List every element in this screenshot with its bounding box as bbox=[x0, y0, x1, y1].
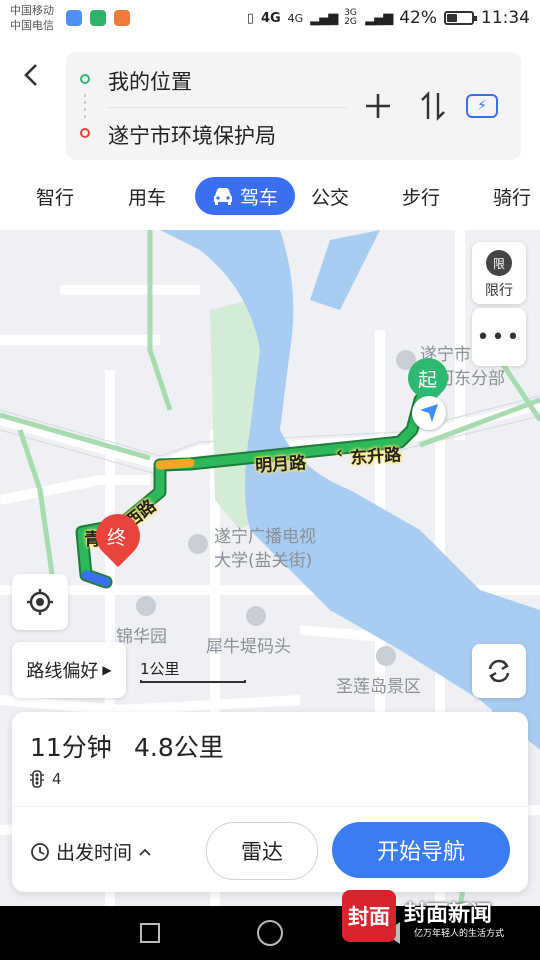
traffic-light-icon bbox=[30, 770, 44, 788]
traffic-light-value: 4 bbox=[52, 770, 62, 788]
origin-dot-icon bbox=[80, 74, 90, 84]
tab-drive[interactable]: 驾车 bbox=[195, 177, 295, 215]
clock-icon bbox=[31, 842, 49, 861]
residence-icon bbox=[136, 596, 156, 616]
signal-icon-2: ▂▄▆ bbox=[365, 10, 393, 26]
route-distance: 4.8公里 bbox=[134, 733, 224, 762]
poi-label-shenglian: 圣莲岛景区 bbox=[336, 677, 421, 697]
plus-icon bbox=[366, 94, 390, 118]
route-divider bbox=[108, 107, 346, 108]
carrier-secondary: 中国电信 bbox=[10, 19, 54, 32]
recent-apps-icon[interactable] bbox=[140, 923, 160, 943]
route-traffic-icon: ⚡ bbox=[477, 98, 487, 114]
battery-percent: 42% bbox=[399, 8, 437, 28]
network-type-2: 4G bbox=[287, 11, 304, 25]
end-pin-label: 终 bbox=[107, 527, 127, 549]
vibrate-icon: ▯ bbox=[246, 10, 254, 26]
tab-walk[interactable]: 步行 bbox=[402, 183, 440, 210]
scale-bar bbox=[140, 680, 246, 683]
scenic-icon bbox=[376, 646, 396, 666]
watermark-slogan: 亿万年轻人的生活方式 bbox=[414, 929, 505, 939]
route-connector bbox=[84, 94, 86, 122]
card-divider bbox=[12, 806, 528, 807]
restriction-label: 限行 bbox=[485, 283, 513, 299]
tab-drive-label: 驾车 bbox=[239, 186, 278, 209]
battery-icon bbox=[444, 11, 477, 25]
status-bar: 中国移动 中国电信 ▯ 4G 4G ▂▄▆ 3G 2G ▂▄▆ 42% 11:3… bbox=[0, 0, 540, 38]
watermark-brand: 封面新闻 bbox=[404, 902, 493, 927]
locate-icon bbox=[27, 589, 53, 615]
more-button[interactable]: ••• bbox=[472, 308, 526, 366]
signal-icon: ▂▄▆ bbox=[310, 10, 338, 26]
map-lake bbox=[310, 230, 380, 310]
poi-label-university-1: 遂宁广播电视 bbox=[214, 527, 316, 547]
road-direction-icon: ‹ bbox=[335, 442, 344, 464]
notification-icons bbox=[66, 10, 130, 26]
status-right: ▯ 4G 4G ▂▄▆ 3G 2G ▂▄▆ 42% 11:34 bbox=[247, 8, 530, 28]
voicemail-icon bbox=[90, 10, 106, 26]
tab-ride[interactable]: 用车 bbox=[128, 183, 166, 210]
car-icon bbox=[213, 188, 232, 205]
radar-button[interactable]: 雷达 bbox=[206, 822, 318, 880]
scale-label: 1公里 bbox=[140, 660, 180, 678]
route-preference-button[interactable]: 路线偏好 ▶ bbox=[12, 642, 126, 698]
network-type-3: 3G 2G bbox=[344, 8, 357, 27]
route-duration: 11分钟 bbox=[30, 733, 112, 762]
poi-label-xiniu: 犀牛堤码头 bbox=[206, 637, 291, 657]
my-location-marker bbox=[412, 396, 446, 430]
start-pin-label: 起 bbox=[418, 369, 438, 391]
watermark-logo: 封面 bbox=[342, 890, 396, 942]
refresh-button[interactable] bbox=[472, 644, 526, 698]
refresh-icon bbox=[488, 659, 510, 683]
tab-transit[interactable]: 公交 bbox=[311, 183, 349, 210]
ellipsis-icon: ••• bbox=[476, 324, 522, 350]
restriction-icon: 限 bbox=[486, 250, 512, 276]
swap-vertical-icon bbox=[421, 91, 445, 121]
caret-right-icon: ▶ bbox=[102, 663, 112, 677]
poi-label-university-2: 大学(盐关街) bbox=[214, 551, 313, 571]
traffic-light-count: 4 bbox=[30, 770, 62, 788]
app-notification-icon bbox=[114, 10, 130, 26]
network-type-1: 4G bbox=[260, 10, 281, 26]
chevron-left-icon bbox=[24, 64, 37, 86]
navigation-arrow-icon bbox=[420, 404, 438, 422]
school-icon bbox=[188, 534, 208, 554]
route-preference-label: 路线偏好 bbox=[26, 661, 99, 682]
pier-icon bbox=[246, 606, 266, 626]
depart-time-label: 出发时间 bbox=[56, 842, 133, 864]
swap-route-button[interactable] bbox=[420, 91, 446, 127]
add-waypoint-button[interactable] bbox=[364, 92, 392, 126]
end-pin[interactable]: 终 bbox=[86, 504, 150, 568]
destination-field[interactable]: 遂宁市环境保护局 bbox=[108, 120, 276, 150]
locate-button[interactable] bbox=[12, 574, 68, 630]
chevron-up-icon bbox=[139, 848, 151, 856]
restriction-button[interactable]: 限 限行 bbox=[472, 242, 526, 304]
tab-smart[interactable]: 智行 bbox=[36, 183, 74, 210]
carrier-primary: 中国移动 bbox=[10, 4, 54, 17]
start-navigation-button[interactable]: 开始导航 bbox=[332, 822, 510, 878]
home-icon[interactable] bbox=[257, 920, 283, 946]
road-label-dongsheng: 东升路 bbox=[349, 445, 402, 469]
location-app-icon bbox=[66, 10, 82, 26]
tab-bike[interactable]: 骑行 bbox=[493, 183, 531, 210]
route-traffic-button[interactable]: ⚡ bbox=[466, 94, 498, 118]
start-pin[interactable]: 起 bbox=[399, 349, 457, 407]
road-label-mingyue: 明月路 bbox=[254, 453, 307, 477]
depart-time-button[interactable]: 出发时间 bbox=[30, 838, 152, 865]
clock: 11:34 bbox=[481, 8, 530, 28]
poi-label-jinhua: 锦华园 bbox=[116, 627, 167, 647]
origin-field[interactable]: 我的位置 bbox=[108, 66, 192, 96]
back-button[interactable] bbox=[22, 62, 40, 95]
destination-dot-icon bbox=[80, 128, 90, 138]
